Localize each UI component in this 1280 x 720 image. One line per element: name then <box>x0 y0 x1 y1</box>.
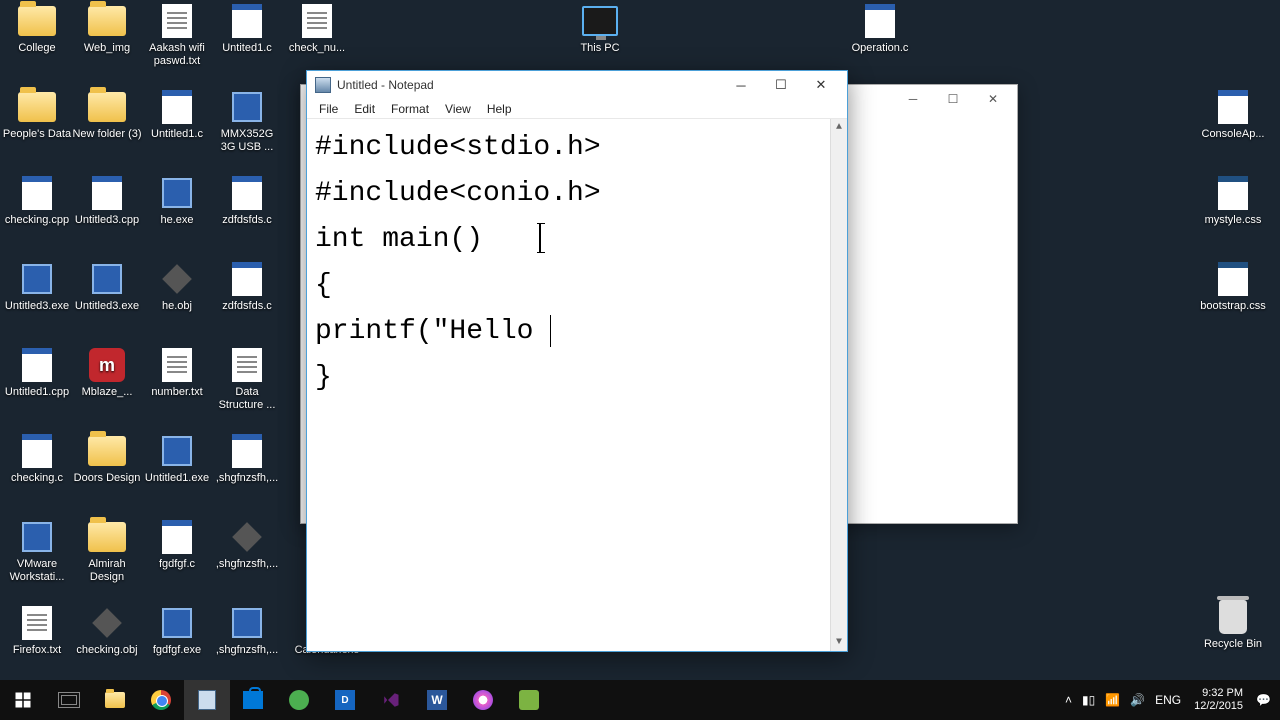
desktop-icon-peoples-data[interactable]: People's Data <box>2 90 72 141</box>
menu-view[interactable]: View <box>437 100 479 118</box>
minimize-button[interactable]: ─ <box>721 73 761 97</box>
desktop-icon-he-exe[interactable]: he.exe <box>142 176 212 227</box>
notepad-title: Untitled - Notepad <box>337 78 721 92</box>
desktop-icon-webimg[interactable]: Web_img <box>72 4 142 55</box>
desktop-icon-almirah[interactable]: Almirah Design <box>72 520 142 584</box>
devcpp-icon: D <box>335 690 355 710</box>
taskbar-devcpp[interactable]: D <box>322 680 368 720</box>
desktop-icon-checking-c[interactable]: checking.c <box>2 434 72 485</box>
taskview-icon <box>58 692 80 708</box>
desktop-icon-shgf-c[interactable]: ,shgfnzsfh,... <box>212 434 282 485</box>
desktop-icon-checking-obj[interactable]: checking.obj <box>72 606 142 657</box>
desktop-icon-untitled1-c[interactable]: Untitled1.c <box>142 90 212 141</box>
desktop-icon-mblaze[interactable]: mMblaze_... <box>72 348 142 399</box>
mouse-ibeam-cursor <box>539 223 541 253</box>
menu-file[interactable]: File <box>311 100 346 118</box>
desktop-icon-doors[interactable]: Doors Design <box>72 434 142 485</box>
taskbar-word[interactable]: W <box>414 680 460 720</box>
notepad-icon <box>198 690 216 710</box>
desktop-icon-aakash-wifi[interactable]: Aakash wifi paswd.txt <box>142 4 212 68</box>
taskbar: D W ˄ ▮▯ 📶 🔊 ENG 9:32 PM 12/2/2015 💬 <box>0 680 1280 720</box>
desktop-icon-untitled3-cpp[interactable]: Untitled3.cpp <box>72 176 142 227</box>
desktop-icon-untited1-c[interactable]: Untited1.c <box>212 4 282 55</box>
desktop-icon-untitled3-exe-2[interactable]: Untitled3.exe <box>72 262 142 313</box>
taskbar-chrome[interactable] <box>138 680 184 720</box>
menu-format[interactable]: Format <box>383 100 437 118</box>
desktop-icon-zdf-c[interactable]: zdfdsfds.c <box>212 176 282 227</box>
desktop-icon-this-pc[interactable]: This PC <box>565 4 635 55</box>
tray-time: 9:32 PM <box>1194 687 1243 700</box>
tray-volume-icon[interactable]: 🔊 <box>1125 693 1150 707</box>
taskbar-camtasia[interactable] <box>506 680 552 720</box>
bgwin-maximize-button[interactable]: ☐ <box>933 88 973 110</box>
vs-icon <box>381 690 401 710</box>
notepad-text[interactable]: #include<stdio.h> #include<conio.h> int … <box>307 119 830 651</box>
taskbar-notepad[interactable] <box>184 680 230 720</box>
folder-icon <box>105 692 125 708</box>
store-icon <box>243 691 263 709</box>
start-button[interactable] <box>0 680 46 720</box>
notepad-scrollbar[interactable]: ▲ ▼ <box>830 119 847 651</box>
notepad-titlebar[interactable]: Untitled - Notepad ─ ☐ ✕ <box>307 71 847 99</box>
notepad-editor[interactable]: #include<stdio.h> #include<conio.h> int … <box>307 119 847 651</box>
close-button[interactable]: ✕ <box>801 73 841 97</box>
maximize-button[interactable]: ☐ <box>761 73 801 97</box>
desktop-icon-fgdfgf-c[interactable]: fgdfgf.c <box>142 520 212 571</box>
taskbar-visualstudio[interactable] <box>368 680 414 720</box>
desktop-icon-operation-c[interactable]: Operation.c <box>845 4 915 55</box>
bgwin-close-button[interactable]: ✕ <box>973 88 1013 110</box>
desktop-icon-college[interactable]: College <box>2 4 72 55</box>
bgwin-minimize-button[interactable]: ─ <box>893 88 933 110</box>
taskview-button[interactable] <box>46 680 92 720</box>
taskbar-green-app[interactable] <box>276 680 322 720</box>
desktop-icon-bootstrap-css[interactable]: bootstrap.css <box>1198 262 1268 313</box>
text-caret <box>550 315 551 347</box>
desktop-icon-untitled1-cpp[interactable]: Untitled1.cpp <box>2 348 72 399</box>
tray-clock[interactable]: 9:32 PM 12/2/2015 <box>1186 687 1251 713</box>
menu-help[interactable]: Help <box>479 100 520 118</box>
desktop-icon-vmware[interactable]: VMware Workstati... <box>2 520 72 584</box>
itunes-icon <box>473 690 493 710</box>
desktop-icon-untitled3-exe[interactable]: Untitled3.exe <box>2 262 72 313</box>
green-circle-icon <box>289 690 309 710</box>
desktop-icon-newfolder3[interactable]: New folder (3) <box>72 90 142 141</box>
notepad-window[interactable]: Untitled - Notepad ─ ☐ ✕ File Edit Forma… <box>306 70 848 652</box>
desktop-icon-number-txt[interactable]: number.txt <box>142 348 212 399</box>
taskbar-file-explorer[interactable] <box>92 680 138 720</box>
tray-chevron-up-icon[interactable]: ˄ <box>1060 693 1077 707</box>
notepad-menubar: File Edit Format View Help <box>307 99 847 119</box>
scroll-down-icon[interactable]: ▼ <box>831 634 847 651</box>
system-tray: ˄ ▮▯ 📶 🔊 ENG 9:32 PM 12/2/2015 💬 <box>1060 680 1280 720</box>
desktop-icon-data-structure[interactable]: Data Structure ... <box>212 348 282 412</box>
desktop-icon-untitled1-exe[interactable]: Untitled1.exe <box>142 434 212 485</box>
desktop-icon-checknu[interactable]: check_nu... <box>282 4 352 55</box>
tray-action-center-icon[interactable]: 💬 <box>1251 693 1276 707</box>
taskbar-store[interactable] <box>230 680 276 720</box>
tray-language[interactable]: ENG <box>1150 693 1186 707</box>
word-icon: W <box>427 690 447 710</box>
taskbar-itunes[interactable] <box>460 680 506 720</box>
desktop-icon-he-obj[interactable]: he.obj <box>142 262 212 313</box>
desktop-icon-mmx[interactable]: MMX352G 3G USB ... <box>212 90 282 154</box>
desktop: College People's Data checking.cpp Untit… <box>0 0 1280 680</box>
tray-battery-icon[interactable]: ▮▯ <box>1077 693 1100 707</box>
scroll-up-icon[interactable]: ▲ <box>831 119 847 136</box>
desktop-icon-checking-cpp[interactable]: checking.cpp <box>2 176 72 227</box>
desktop-icon-zdf-c-2[interactable]: zdfdsfds.c <box>212 262 282 313</box>
camtasia-icon <box>519 690 539 710</box>
menu-edit[interactable]: Edit <box>346 100 383 118</box>
desktop-icon-fgdfgf-exe[interactable]: fgdfgf.exe <box>142 606 212 657</box>
desktop-icon-consoleap[interactable]: ConsoleAp... <box>1198 90 1268 141</box>
desktop-icon-recycle-bin[interactable]: Recycle Bin <box>1198 600 1268 651</box>
windows-icon <box>14 691 32 709</box>
tray-network-icon[interactable]: 📶 <box>1100 693 1125 707</box>
notepad-icon <box>315 77 331 93</box>
chrome-icon <box>151 690 171 710</box>
desktop-icon-shgf-exe[interactable]: ,shgfnzsfh,... <box>212 606 282 657</box>
desktop-icon-firefox-txt[interactable]: Firefox.txt <box>2 606 72 657</box>
tray-date: 12/2/2015 <box>1194 700 1243 713</box>
desktop-icon-mystyle-css[interactable]: mystyle.css <box>1198 176 1268 227</box>
desktop-icon-shgf-obj[interactable]: ,shgfnzsfh,... <box>212 520 282 571</box>
